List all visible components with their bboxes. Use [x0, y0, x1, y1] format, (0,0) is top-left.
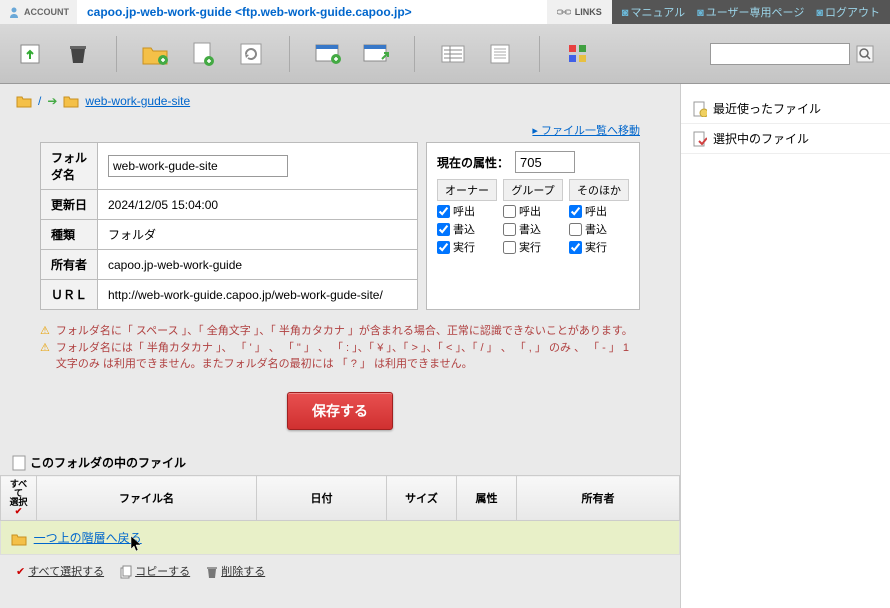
- person-icon: [8, 6, 20, 18]
- save-button[interactable]: 保存する: [287, 392, 393, 430]
- account-label: ACCOUNT: [24, 7, 69, 17]
- upload-icon[interactable]: [16, 40, 44, 68]
- value-type: フォルダ: [98, 220, 418, 250]
- th-owner[interactable]: 所有者: [517, 476, 680, 521]
- bottom-actions: ✔ すべて選択する コピーする 削除する: [0, 555, 680, 587]
- chk-owner-write[interactable]: [437, 223, 450, 236]
- filelist-link[interactable]: ▸ ファイル一覧へ移動: [532, 125, 640, 137]
- top-links: ◙マニュアル ◙ユーザー専用ページ ◙ログアウト: [612, 0, 890, 24]
- window-add-icon[interactable]: [314, 40, 342, 68]
- up-one-level-cell[interactable]: 一つ上の階層へ戻る: [1, 521, 680, 555]
- search-area: [710, 43, 874, 65]
- chk-other-read[interactable]: [569, 205, 582, 218]
- details-table: フォルダ名 更新日 2024/12/05 15:04:00 種類 フォルダ 所有…: [40, 142, 418, 310]
- document-icon: [12, 455, 26, 471]
- copy-action[interactable]: コピーする: [120, 563, 190, 579]
- userpage-link[interactable]: ◙ユーザー専用ページ: [697, 4, 804, 20]
- note-2: フォルダ名には「 半角カタカナ 」、 「 ' 」 、 「 " 」 、 「 : 」…: [56, 341, 640, 372]
- search-input[interactable]: [710, 43, 850, 65]
- refresh-icon[interactable]: [237, 40, 265, 68]
- chk-other-write[interactable]: [569, 223, 582, 236]
- value-updated: 2024/12/05 15:04:00: [98, 190, 418, 220]
- arrow-icon: ➔: [47, 94, 57, 108]
- detail-view-icon[interactable]: [487, 40, 515, 68]
- attributes-box: 現在の属性： オーナー グループ そのほか 呼出 呼出 呼出 書込 書込 書込 …: [426, 142, 640, 310]
- warn-icon: ⚠: [40, 341, 50, 372]
- new-file-icon[interactable]: [189, 40, 217, 68]
- chk-group-exec[interactable]: [503, 241, 516, 254]
- folder-icon: [16, 94, 32, 108]
- breadcrumb: / ➔ web-work-gude-site: [0, 84, 680, 118]
- chk-group-read[interactable]: [503, 205, 516, 218]
- delete-action[interactable]: 削除する: [206, 563, 265, 579]
- label-type: 種類: [41, 220, 98, 250]
- account-tab: ACCOUNT: [0, 0, 77, 24]
- content: / ➔ web-work-gude-site ▸ ファイル一覧へ移動 フォルダ名…: [0, 84, 890, 608]
- notes: ⚠ フォルダ名に「 スペース 」、「 全角文字 」、「 半角カタカナ 」が含まれる…: [0, 320, 680, 378]
- label-owner: 所有者: [41, 250, 98, 280]
- th-attr[interactable]: 属性: [457, 476, 517, 521]
- note-1: フォルダ名に「 スペース 」、「 全角文字 」、「 半角カタカナ 」が含まれる場…: [56, 324, 633, 339]
- new-folder-icon[interactable]: [141, 40, 169, 68]
- document-check-icon: [693, 131, 707, 147]
- filelist-link-row: ▸ ファイル一覧へ移動: [0, 118, 680, 142]
- main-panel: / ➔ web-work-gude-site ▸ ファイル一覧へ移動 フォルダ名…: [0, 84, 680, 608]
- chk-owner-exec[interactable]: [437, 241, 450, 254]
- chk-owner-read[interactable]: [437, 205, 450, 218]
- sidebar-recent[interactable]: 最近使ったファイル: [681, 94, 890, 124]
- account-info: capoo.jp-web-work-guide <ftp.web-work-gu…: [77, 0, 547, 24]
- divider: [539, 36, 540, 72]
- divider: [289, 36, 290, 72]
- chk-group-write[interactable]: [503, 223, 516, 236]
- links-tab: LINKS: [547, 0, 612, 24]
- folder-up-icon: [11, 532, 27, 546]
- trash-small-icon: [206, 565, 218, 579]
- th-selectall[interactable]: すべて 選択✔: [1, 476, 37, 521]
- trash-icon[interactable]: [64, 40, 92, 68]
- table-row[interactable]: 一つ上の階層へ戻る: [1, 521, 680, 555]
- label-url: ＵＲＬ: [41, 280, 98, 310]
- links-label: LINKS: [575, 7, 602, 17]
- folder-icon: [63, 94, 79, 108]
- sidebar: 最近使ったファイル 選択中のファイル: [680, 84, 890, 608]
- attr-value-input[interactable]: [515, 151, 575, 173]
- sidebar-selected[interactable]: 選択中のファイル: [681, 124, 890, 154]
- folder-contents-header: このフォルダの中のファイル: [0, 450, 680, 475]
- copy-icon: [120, 565, 132, 579]
- value-owner: capoo.jp-web-work-guide: [98, 250, 418, 280]
- warn-icon: ⚠: [40, 324, 50, 339]
- grid-icon[interactable]: [564, 40, 592, 68]
- label-folder-name: フォルダ名: [41, 143, 98, 190]
- th-filename[interactable]: ファイル名: [37, 476, 257, 521]
- th-size[interactable]: サイズ: [387, 476, 457, 521]
- search-icon[interactable]: [856, 45, 874, 63]
- chk-other-exec[interactable]: [569, 241, 582, 254]
- window-new-icon[interactable]: [362, 40, 390, 68]
- root-link[interactable]: /: [38, 94, 41, 108]
- up-link[interactable]: 一つ上の階層へ戻る: [34, 531, 142, 545]
- list-view-icon[interactable]: [439, 40, 467, 68]
- attr-label: 現在の属性：: [437, 154, 509, 171]
- col-other: そのほか: [569, 179, 629, 201]
- document-icon: [693, 101, 707, 117]
- col-group: グループ: [503, 179, 563, 201]
- folder-name-input[interactable]: [108, 155, 288, 177]
- label-updated: 更新日: [41, 190, 98, 220]
- divider: [414, 36, 415, 72]
- col-owner: オーナー: [437, 179, 497, 201]
- value-url: http://web-work-guide.capoo.jp/web-work-…: [98, 280, 418, 310]
- logout-link[interactable]: ◙ログアウト: [816, 4, 880, 20]
- th-date[interactable]: 日付: [257, 476, 387, 521]
- breadcrumb-current[interactable]: web-work-gude-site: [85, 94, 190, 108]
- select-all-action[interactable]: ✔ すべて選択する: [16, 563, 104, 579]
- manual-link[interactable]: ◙マニュアル: [622, 4, 685, 20]
- file-table: すべて 選択✔ ファイル名 日付 サイズ 属性 所有者 一つ上の階層へ戻る: [0, 475, 680, 555]
- top-bar: ACCOUNT capoo.jp-web-work-guide <ftp.web…: [0, 0, 890, 24]
- toolbar: [0, 24, 890, 84]
- divider: [116, 36, 117, 72]
- link-icon: [557, 8, 571, 16]
